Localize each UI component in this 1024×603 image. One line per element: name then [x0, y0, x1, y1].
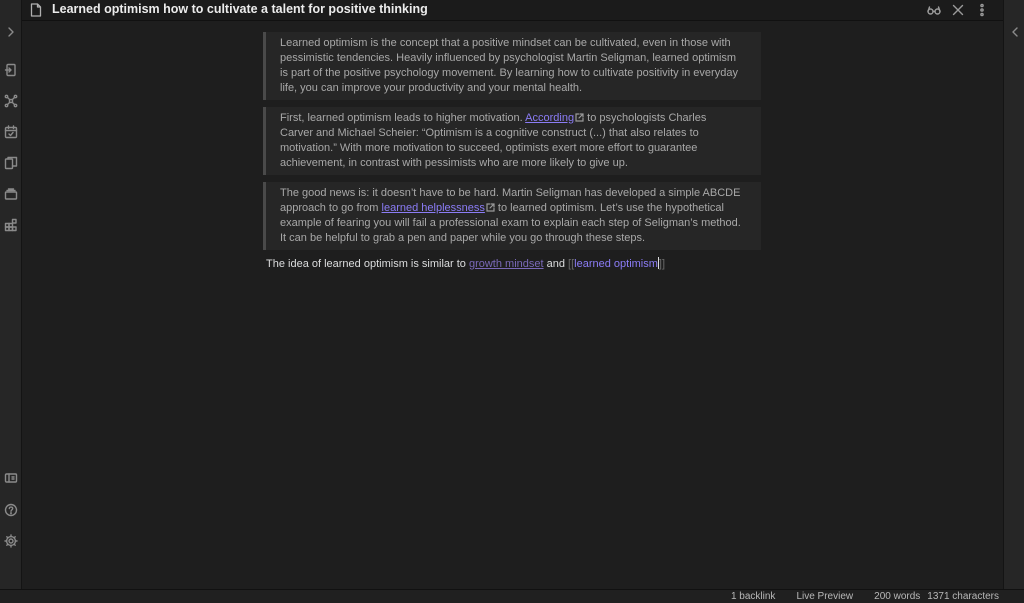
editor-mode[interactable]: Live Preview [796, 591, 853, 602]
blockquote-line: It can be helpful to grab a pen and pape… [280, 232, 646, 244]
line-text: The idea of learned optimism is similar … [266, 258, 469, 270]
reading-view-icon[interactable] [927, 3, 941, 17]
templates-icon[interactable] [4, 156, 18, 170]
blockquote-line: is part of the positive psychology movem… [280, 67, 738, 79]
header-actions [927, 3, 989, 17]
more-options-icon[interactable] [975, 3, 989, 17]
slides-icon[interactable] [4, 187, 18, 201]
vault-icon[interactable] [4, 471, 18, 485]
blockquote-motivation[interactable]: First, learned optimism leads to higher … [263, 107, 761, 175]
blockquote-intro[interactable]: Learned optimism is the concept that a p… [263, 32, 761, 100]
backlinks-count[interactable]: 1 backlink [731, 591, 775, 602]
blockquote-text: First, learned optimism leads to higher … [280, 112, 526, 124]
blockquote-line: life, you can improve your productivity … [280, 82, 583, 94]
according-link[interactable]: According [525, 112, 574, 124]
blockquote-text: to learned optimism. Let’s use the hypot… [494, 202, 724, 214]
word-count: 200 words [874, 591, 921, 602]
wikilink-close-brackets: ]] [658, 258, 666, 270]
document-icon [30, 3, 42, 17]
blockquote-line: First, learned optimism leads to higher … [280, 111, 757, 126]
learned-optimism-wikilink[interactable]: learned optimism [574, 258, 658, 270]
editing-line[interactable]: The idea of learned optimism is similar … [266, 257, 665, 272]
help-icon[interactable] [4, 503, 18, 517]
learned-helplessness-link[interactable]: learned helplessness [382, 202, 485, 214]
word-count-group: 200 words 1371 characters [874, 591, 999, 602]
external-link-icon [575, 112, 584, 122]
plugins-icon[interactable] [4, 218, 18, 232]
chevron-left-icon[interactable] [1008, 25, 1022, 39]
status-bar: 1 backlink Live Preview 200 words 1371 c… [0, 589, 1024, 603]
blockquote-line: Learned optimism is the concept that a p… [280, 37, 731, 49]
external-link-icon [486, 202, 495, 212]
blockquote-line: approach to go from learned helplessness… [280, 201, 757, 216]
chevron-right-icon[interactable] [4, 25, 18, 39]
left-ribbon [0, 0, 22, 589]
blockquote-line: Carver and Michael Scheier: “Optimism is… [280, 127, 699, 139]
line-text: and [543, 258, 569, 270]
editor-content[interactable]: Learned optimism is the concept that a p… [22, 22, 1003, 589]
blockquote-line: achievement, in contrast with pessimists… [280, 157, 628, 169]
character-count: 1371 characters [927, 591, 999, 602]
settings-icon[interactable] [4, 534, 18, 548]
daily-note-icon[interactable] [4, 125, 18, 139]
blockquote-abcde[interactable]: The good news is: it doesn’t have to be … [263, 182, 761, 250]
graph-view-icon[interactable] [4, 94, 18, 108]
blockquote-text: approach to go from [280, 202, 382, 214]
right-sidebar-strip [1003, 0, 1024, 589]
note-title[interactable]: Learned optimism how to cultivate a tale… [52, 2, 428, 16]
open-quick-switcher-icon[interactable] [4, 63, 18, 77]
blockquote-line: pessimistic tendencies. Heavily influenc… [280, 52, 737, 64]
growth-mindset-link[interactable]: growth mindset [469, 258, 544, 270]
note-header: Learned optimism how to cultivate a tale… [22, 0, 1003, 21]
blockquote-line: example of fearing you will fail a profe… [280, 217, 741, 229]
blockquote-text: to psychologists Charles [584, 112, 707, 124]
blockquote-line: motivation.” With more motivation to suc… [280, 142, 698, 154]
blockquote-line: The good news is: it doesn’t have to be … [280, 187, 741, 199]
close-icon[interactable] [951, 3, 965, 17]
